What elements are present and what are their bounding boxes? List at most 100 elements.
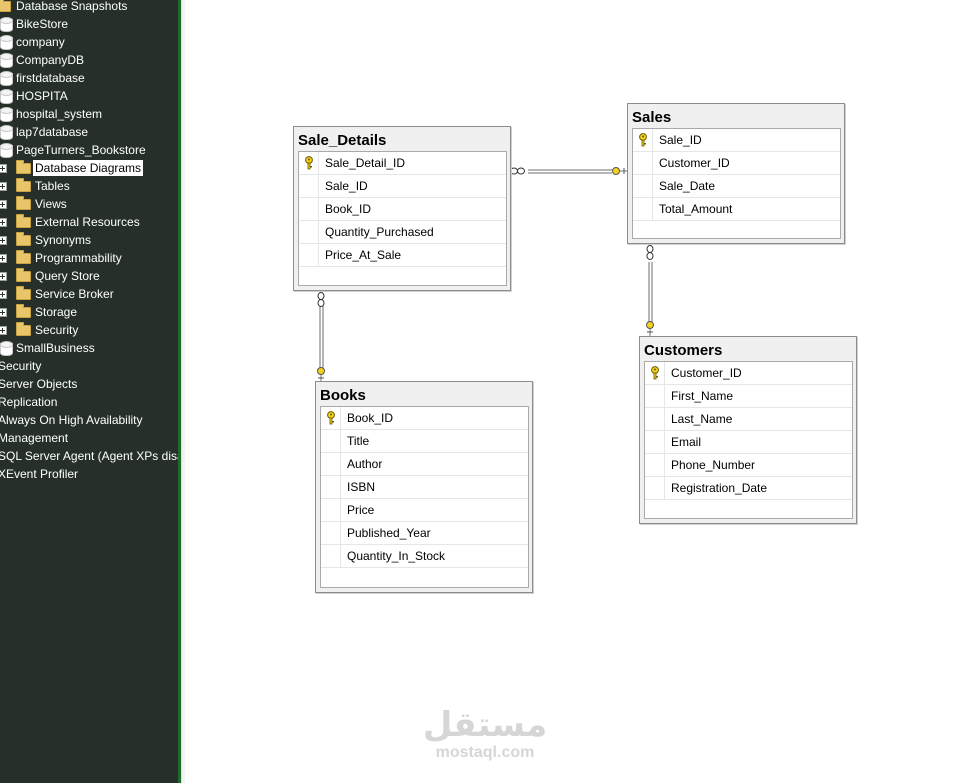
expand-icon[interactable] bbox=[0, 236, 7, 245]
database-icon bbox=[0, 143, 13, 158]
column-row[interactable]: Total_Amount bbox=[633, 198, 840, 221]
column-row[interactable]: Book_ID bbox=[321, 407, 528, 430]
expand-icon[interactable] bbox=[0, 254, 7, 263]
column-row[interactable]: Sale_Detail_ID bbox=[299, 152, 506, 175]
column-name: Price_At_Sale bbox=[325, 248, 402, 262]
tree-item-label: XEvent Profiler bbox=[0, 467, 79, 481]
row-selector[interactable] bbox=[321, 407, 341, 429]
row-selector[interactable] bbox=[633, 129, 653, 151]
row-selector[interactable] bbox=[321, 430, 341, 452]
tree-item[interactable]: PageTurners_Bookstore bbox=[0, 141, 178, 159]
column-row[interactable]: Sale_ID bbox=[633, 129, 840, 152]
tree-item-label: Management bbox=[0, 431, 69, 445]
expand-icon[interactable] bbox=[0, 326, 7, 335]
tree-item[interactable]: company bbox=[0, 33, 178, 51]
column-row[interactable]: Quantity_In_Stock bbox=[321, 545, 528, 568]
expand-icon[interactable] bbox=[0, 290, 7, 299]
expand-icon[interactable] bbox=[0, 272, 7, 281]
column-row[interactable]: Price_At_Sale bbox=[299, 244, 506, 267]
row-selector[interactable] bbox=[321, 453, 341, 475]
tree-item[interactable]: Service Broker bbox=[0, 285, 178, 303]
row-selector[interactable] bbox=[645, 385, 665, 407]
row-selector[interactable] bbox=[321, 545, 341, 567]
tree-item[interactable]: Security bbox=[0, 321, 178, 339]
column-row[interactable]: Quantity_Purchased bbox=[299, 221, 506, 244]
tree-item-label: Storage bbox=[35, 305, 78, 319]
tree-item[interactable]: Replication bbox=[0, 393, 178, 411]
expand-icon[interactable] bbox=[0, 218, 7, 227]
column-row[interactable]: Published_Year bbox=[321, 522, 528, 545]
row-selector[interactable] bbox=[645, 454, 665, 476]
column-row[interactable]: First_Name bbox=[645, 385, 852, 408]
tree-item[interactable]: BikeStore bbox=[0, 15, 178, 33]
expand-icon[interactable] bbox=[0, 182, 7, 191]
tree-item[interactable]: Server Objects bbox=[0, 375, 178, 393]
tree-item[interactable]: Views bbox=[0, 195, 178, 213]
tree-item[interactable]: Tables bbox=[0, 177, 178, 195]
column-row[interactable]: Sale_ID bbox=[299, 175, 506, 198]
tree-item[interactable]: SmallBusiness bbox=[0, 339, 178, 357]
column-row[interactable]: Title bbox=[321, 430, 528, 453]
column-name: Sale_ID bbox=[325, 179, 368, 193]
column-row[interactable]: ISBN bbox=[321, 476, 528, 499]
table-sales[interactable]: Sales Sale_ID Customer_ID Sale_Date Total_A… bbox=[627, 103, 845, 244]
row-selector[interactable] bbox=[321, 499, 341, 521]
table-books[interactable]: Books Book_ID Title Author ISBN Price Publish… bbox=[315, 381, 533, 593]
tree-item[interactable]: HOSPITA bbox=[0, 87, 178, 105]
column-row[interactable]: Price bbox=[321, 499, 528, 522]
tree-item[interactable]: Database Snapshots bbox=[0, 0, 178, 15]
explorer-splitter[interactable] bbox=[178, 0, 185, 783]
tree-item-label: Security bbox=[0, 359, 42, 373]
row-selector[interactable] bbox=[299, 175, 319, 197]
tree-item-label: Programmability bbox=[35, 251, 122, 265]
column-row[interactable]: Author bbox=[321, 453, 528, 476]
row-selector[interactable] bbox=[299, 152, 319, 174]
row-selector[interactable] bbox=[299, 244, 319, 266]
tree-item[interactable]: hospital_system bbox=[0, 105, 178, 123]
tree-item[interactable]: Security bbox=[0, 357, 178, 375]
tree-item-label: Security bbox=[35, 323, 79, 337]
tree-item[interactable]: External Resources bbox=[0, 213, 178, 231]
database-icon bbox=[0, 341, 13, 356]
tree-item-label: lap7database bbox=[16, 125, 89, 139]
tree-item[interactable]: Always On High Availability bbox=[0, 411, 178, 429]
tree-item[interactable]: Management bbox=[0, 429, 178, 447]
expand-icon[interactable] bbox=[0, 164, 7, 173]
column-row[interactable]: Customer_ID bbox=[633, 152, 840, 175]
tree-item[interactable]: lap7database bbox=[0, 123, 178, 141]
column-row[interactable]: Phone_Number bbox=[645, 454, 852, 477]
row-selector[interactable] bbox=[299, 221, 319, 243]
column-row[interactable]: Last_Name bbox=[645, 408, 852, 431]
column-row[interactable]: Book_ID bbox=[299, 198, 506, 221]
expand-icon[interactable] bbox=[0, 308, 7, 317]
row-selector[interactable] bbox=[645, 362, 665, 384]
column-row[interactable]: Email bbox=[645, 431, 852, 454]
row-selector[interactable] bbox=[645, 477, 665, 499]
row-selector[interactable] bbox=[321, 522, 341, 544]
tree-item[interactable]: Database Diagrams bbox=[0, 159, 178, 177]
database-icon bbox=[0, 71, 13, 86]
tree-item[interactable]: Query Store bbox=[0, 267, 178, 285]
column-row[interactable]: Customer_ID bbox=[645, 362, 852, 385]
table-customers[interactable]: Customers Customer_ID First_Name Last_Name… bbox=[639, 336, 857, 524]
row-selector[interactable] bbox=[299, 198, 319, 220]
row-selector[interactable] bbox=[645, 408, 665, 430]
table-sale-details[interactable]: Sale_Details Sale_Detail_ID Sale_ID Book_I… bbox=[293, 126, 511, 291]
tree-item[interactable]: Storage bbox=[0, 303, 178, 321]
row-selector[interactable] bbox=[633, 152, 653, 174]
column-row[interactable]: Registration_Date bbox=[645, 477, 852, 500]
tree-item[interactable]: Programmability bbox=[0, 249, 178, 267]
row-selector[interactable] bbox=[645, 431, 665, 453]
tree-item[interactable]: Synonyms bbox=[0, 231, 178, 249]
tree-item[interactable]: XEvent Profiler bbox=[0, 465, 178, 483]
column-name: Quantity_Purchased bbox=[325, 225, 434, 239]
tree-item[interactable]: SQL Server Agent (Agent XPs disab bbox=[0, 447, 178, 465]
row-selector[interactable] bbox=[633, 198, 653, 220]
expand-icon[interactable] bbox=[0, 200, 7, 209]
tree-item[interactable]: firstdatabase bbox=[0, 69, 178, 87]
database-icon bbox=[0, 17, 13, 32]
column-row[interactable]: Sale_Date bbox=[633, 175, 840, 198]
tree-item[interactable]: CompanyDB bbox=[0, 51, 178, 69]
row-selector[interactable] bbox=[321, 476, 341, 498]
row-selector[interactable] bbox=[633, 175, 653, 197]
